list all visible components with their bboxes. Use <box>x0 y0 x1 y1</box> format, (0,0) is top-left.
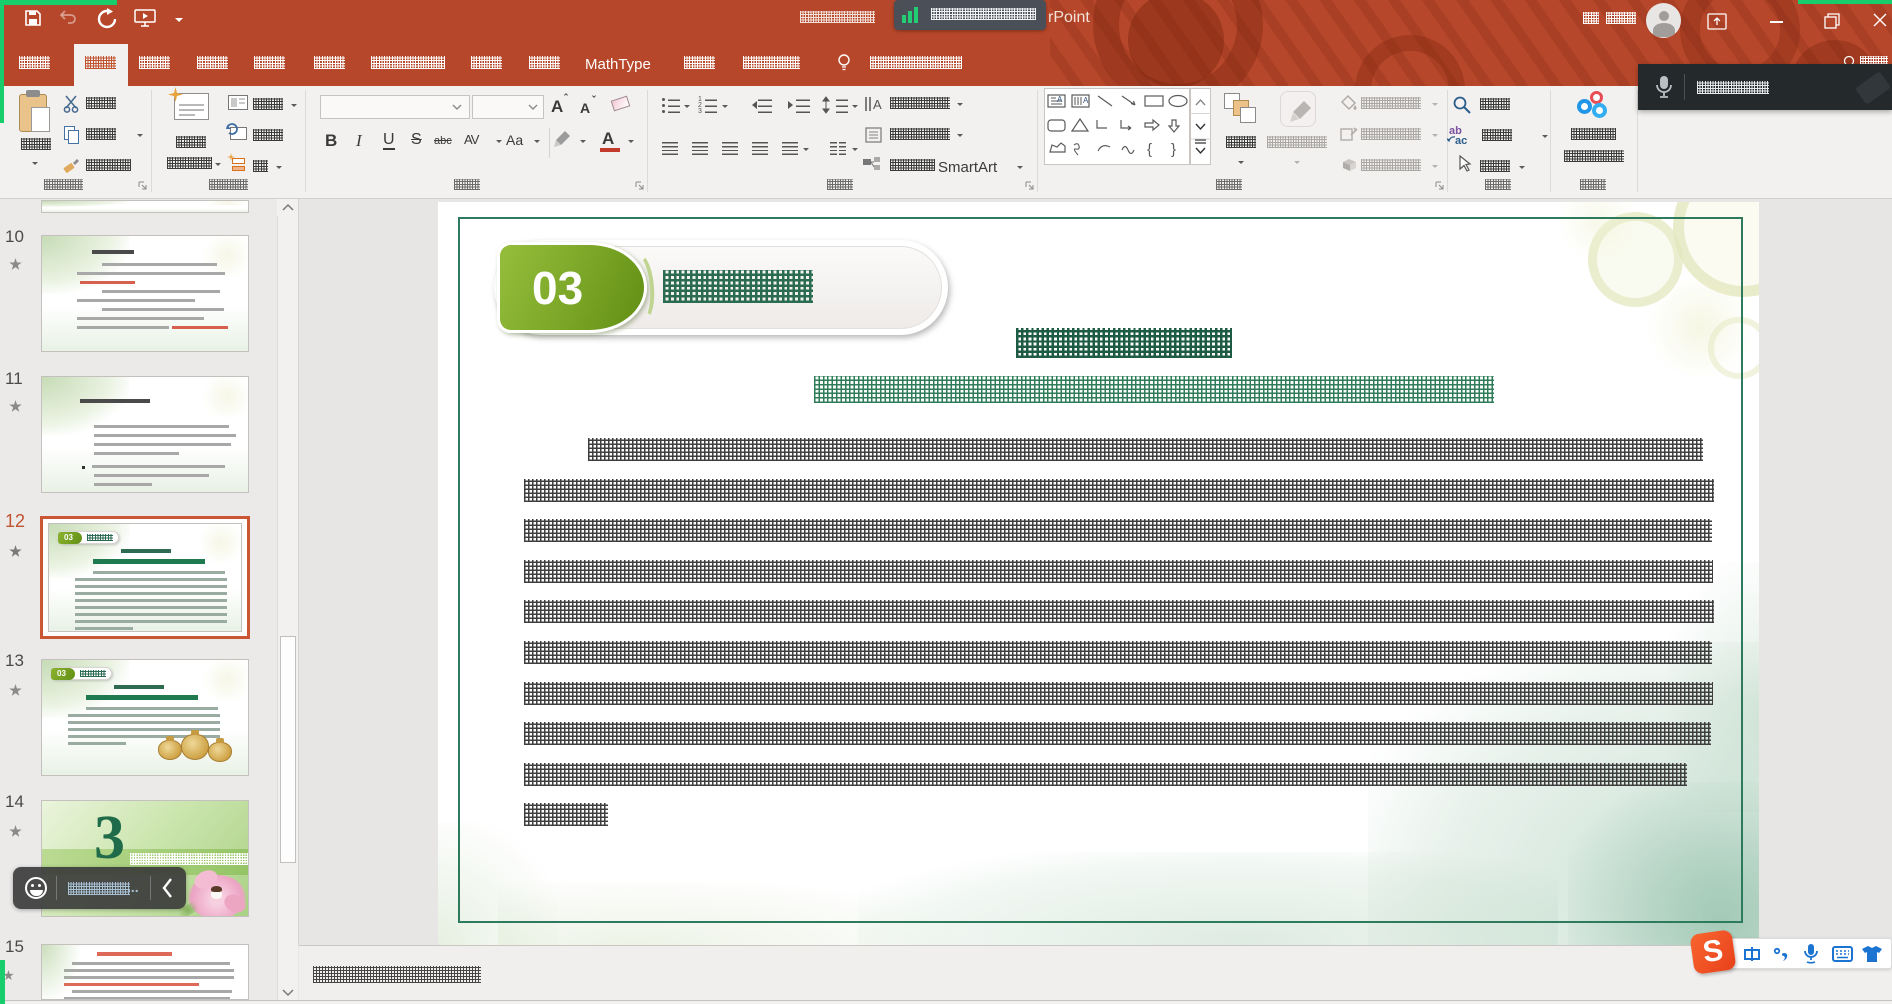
svg-text:}: } <box>1171 141 1176 158</box>
svg-text:A: A <box>1057 95 1063 104</box>
svg-text:{: { <box>1147 141 1152 158</box>
svg-text:A: A <box>1083 96 1089 105</box>
svg-text:A: A <box>873 97 882 112</box>
